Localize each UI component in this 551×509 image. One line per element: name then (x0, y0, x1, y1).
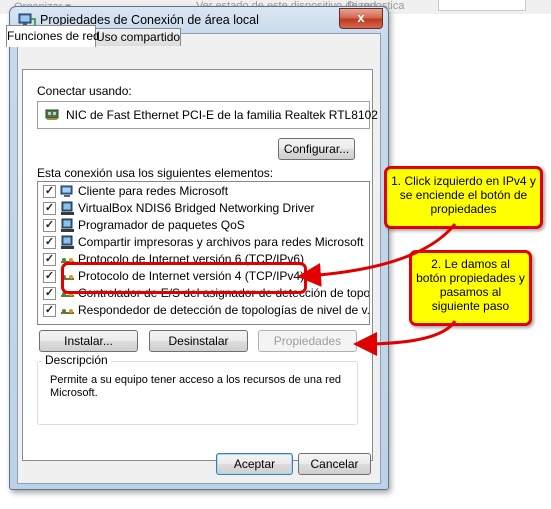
install-button[interactable]: Instalar... (39, 330, 138, 352)
list-item-label: VirtualBox NDIS6 Bridged Networking Driv… (78, 201, 315, 215)
list-item-label: Cliente para redes Microsoft (78, 184, 229, 198)
items-label: Esta conexión usa los siguientes element… (37, 166, 274, 180)
callout-step-2: 2. Le damos al botón propiedades y pasam… (409, 250, 532, 326)
protocol-icon (61, 309, 74, 314)
components-list: ✓ Cliente para redes Microsoft ✓ Virtual… (37, 181, 370, 325)
checkbox[interactable]: ✓ (43, 219, 56, 232)
checkbox[interactable]: ✓ (43, 202, 56, 215)
configure-button[interactable]: Configurar... (278, 138, 355, 160)
adapter-field: NIC de Fast Ethernet PCI-E de la familia… (37, 101, 378, 129)
description-title: Descripción (42, 353, 111, 367)
ipv4-highlight (61, 262, 307, 294)
checkbox[interactable]: ✓ (43, 287, 56, 300)
tab-funciones-de-red[interactable]: Funciones de red (6, 25, 100, 47)
background-search-box (438, 0, 526, 11)
list-item-label: Programador de paquetes QoS (78, 218, 245, 232)
tab-uso-compartido[interactable]: Uso compartido (95, 28, 181, 46)
list-item[interactable]: ✓ Cliente para redes Microsoft (38, 183, 369, 200)
checkbox[interactable]: ✓ (43, 253, 56, 266)
network-client-icon (60, 185, 73, 197)
network-service-icon (61, 218, 74, 232)
list-item[interactable]: ✓ VirtualBox NDIS6 Bridged Networking Dr… (38, 200, 369, 217)
checkbox[interactable]: ✓ (43, 270, 56, 283)
list-item[interactable]: ✓ Programador de paquetes QoS (38, 217, 369, 234)
adapter-name: NIC de Fast Ethernet PCI-E de la familia… (66, 108, 378, 122)
checkbox[interactable]: ✓ (43, 185, 56, 198)
list-item[interactable]: ✓ Compartir impresoras y archivos para r… (38, 234, 369, 251)
cancel-button[interactable]: Cancelar (298, 453, 371, 475)
list-item[interactable]: ✓ Respondedor de detección de topologías… (38, 302, 369, 319)
network-adapter-icon (45, 109, 59, 120)
list-item-label: Compartir impresoras y archivos para red… (78, 235, 364, 249)
connect-using-label: Conectar usando: (37, 84, 132, 98)
checkbox[interactable]: ✓ (43, 304, 56, 317)
callout-step-1-text: 1. Click izquierdo en IPv4 y se enciende… (391, 174, 536, 216)
description-text: Permite a su equipo tener acceso a los r… (50, 374, 342, 399)
list-item-label: Respondedor de detección de topologías d… (78, 303, 370, 317)
callout-step-2-text: 2. Le damos al botón propiedades y pasam… (416, 257, 525, 313)
properties-button[interactable]: Propiedades (258, 330, 357, 352)
network-service-icon (61, 235, 74, 249)
uninstall-button[interactable]: Desinstalar (149, 330, 248, 352)
network-driver-icon (61, 201, 74, 215)
callout-step-1: 1. Click izquierdo en IPv4 y se enciende… (384, 166, 543, 229)
accept-button[interactable]: Aceptar (216, 453, 293, 475)
close-button[interactable]: x (339, 8, 383, 29)
checkbox[interactable]: ✓ (43, 236, 56, 249)
